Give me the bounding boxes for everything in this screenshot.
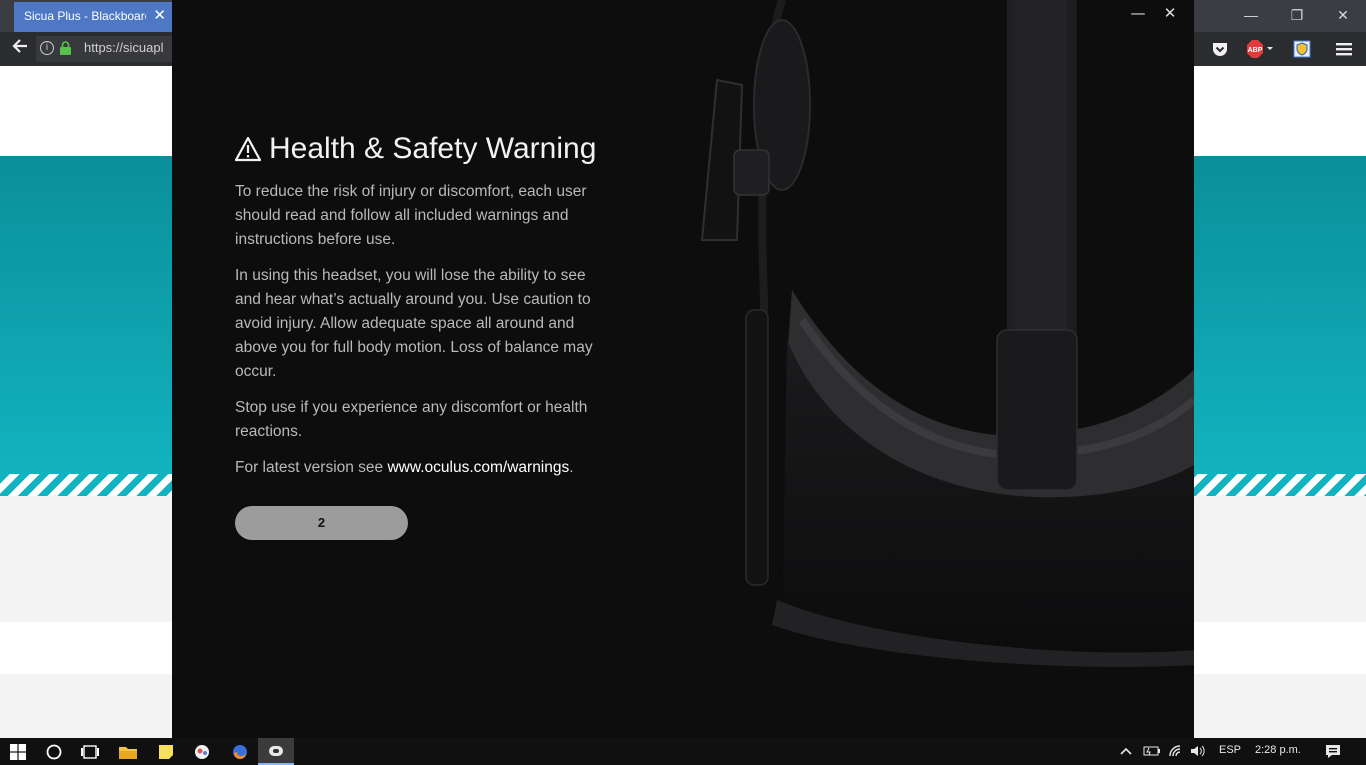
task-view-icon[interactable] — [72, 738, 108, 765]
latest-version-prefix: For latest version see — [235, 459, 388, 476]
chevron-up-icon[interactable] — [1120, 746, 1132, 756]
window-minimize-button[interactable]: — — [1228, 0, 1274, 32]
battery-icon[interactable] — [1143, 745, 1161, 757]
clock[interactable]: 2:28 p.m. — [1255, 744, 1301, 756]
firefox-icon[interactable] — [222, 738, 258, 765]
dialog-minimize-button[interactable]: — — [1130, 4, 1146, 22]
vr-headset-image — [700, 0, 1194, 667]
window-close-button[interactable]: ✕ — [1320, 0, 1366, 32]
volume-icon[interactable] — [1190, 744, 1206, 758]
adblock-plus-icon[interactable]: ABP — [1246, 39, 1274, 59]
oculus-health-safety-dialog: — ✕ Health & Safety Warning To reduce th… — [172, 0, 1194, 738]
url-text: https://sicuapl — [84, 40, 164, 55]
action-center-icon[interactable] — [1325, 744, 1341, 759]
back-arrow-icon[interactable] — [8, 37, 32, 61]
app-icon[interactable] — [184, 738, 220, 765]
tab-title: Sicua Plus - Blackboard — [24, 9, 146, 23]
oculus-warnings-link[interactable]: www.oculus.com/warnings — [387, 459, 569, 476]
wifi-icon[interactable] — [1168, 744, 1184, 758]
page-title: Health & Safety Warning — [269, 132, 597, 165]
dialog-window-controls: — ✕ — [1130, 4, 1178, 22]
svg-text:ABP: ABP — [1248, 47, 1263, 54]
file-explorer-icon[interactable] — [110, 738, 146, 765]
tab-close-icon[interactable]: ✕ — [153, 2, 166, 30]
warning-paragraph-2: In using this headset, you will lose the… — [235, 267, 593, 380]
windows-taskbar: ESP 2:28 p.m. — [0, 738, 1366, 765]
countdown-continue-button[interactable]: 2 — [235, 506, 408, 540]
cortana-icon[interactable] — [36, 738, 72, 765]
hamburger-menu-icon[interactable] — [1334, 39, 1354, 59]
warning-paragraph-1: To reduce the risk of injury or discomfo… — [235, 183, 587, 248]
latest-version-suffix: . — [569, 459, 574, 476]
warning-content: Health & Safety Warning To reduce the ri… — [235, 132, 615, 540]
dialog-close-button[interactable]: ✕ — [1162, 4, 1178, 22]
sticky-notes-icon[interactable] — [148, 738, 184, 765]
window-restore-button[interactable]: ❐ — [1274, 0, 1320, 32]
shield-extension-icon[interactable] — [1292, 39, 1312, 59]
warning-heading: Health & Safety Warning — [235, 132, 615, 166]
latest-version-line: For latest version see www.oculus.com/wa… — [235, 456, 615, 480]
lock-icon — [60, 41, 71, 55]
window-controls: — ❐ ✕ — [1228, 0, 1366, 32]
site-info-icon[interactable]: i — [40, 41, 54, 55]
warning-triangle-icon — [235, 136, 261, 162]
language-indicator[interactable]: ESP — [1219, 744, 1241, 756]
warning-paragraph-3: Stop use if you experience any discomfor… — [235, 399, 588, 440]
pocket-icon[interactable] — [1210, 39, 1230, 59]
browser-tab[interactable]: Sicua Plus - Blackboard ✕ — [14, 2, 172, 32]
oculus-icon[interactable] — [258, 738, 294, 765]
windows-start-icon[interactable] — [0, 738, 36, 765]
